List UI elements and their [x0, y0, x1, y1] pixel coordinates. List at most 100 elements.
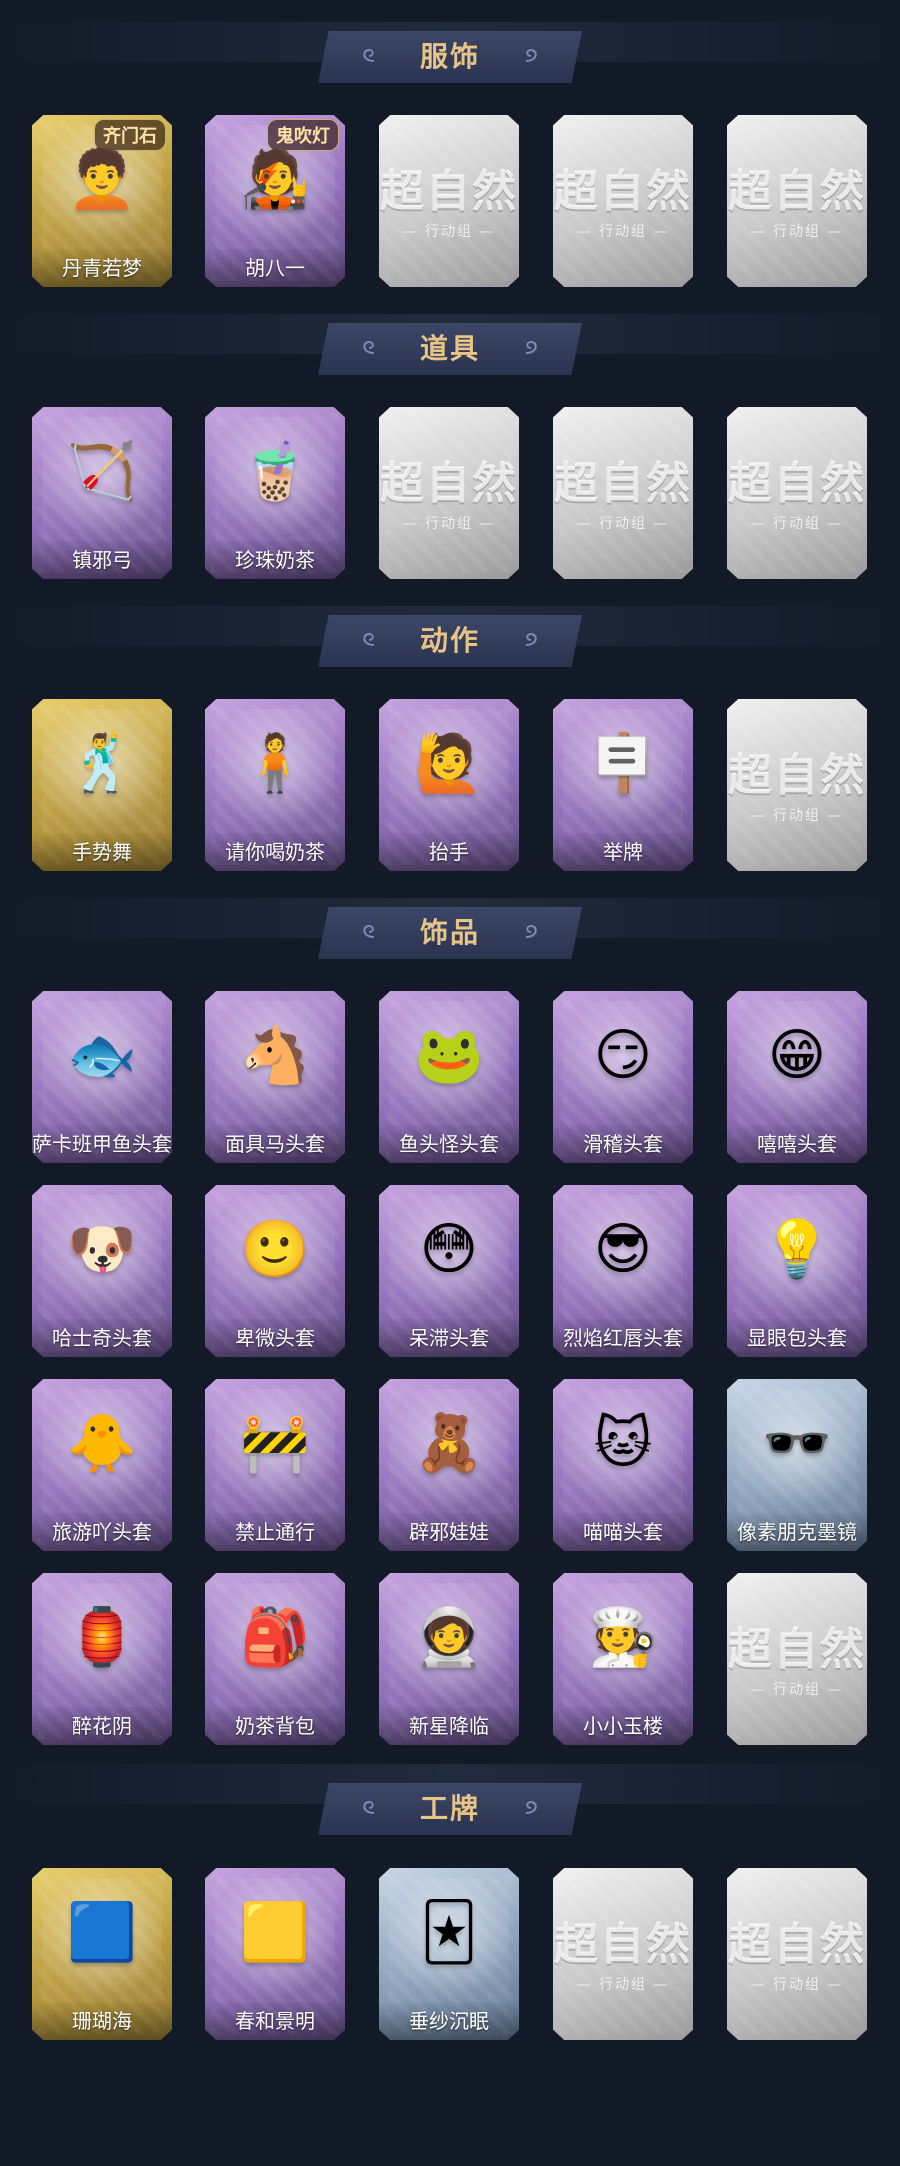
locked-logo: 超自然 — 行动组 — — [379, 155, 519, 241]
locked-subtitle: — 行动组 — — [402, 224, 496, 240]
locked-card: 超自然 — 行动组 — — [727, 115, 867, 287]
reward-card[interactable]: 齐门石 🧑‍🦱 丹青若梦 — [32, 115, 172, 287]
reward-card[interactable]: 🐥 旅游吖头套 — [32, 1379, 172, 1551]
item-art-icon: 🐥 — [67, 1411, 137, 1476]
reward-card[interactable]: 😎 烈焰红唇头套 — [553, 1185, 693, 1357]
reward-card[interactable]: 😁 嘻嘻头套 — [727, 991, 867, 1163]
section-clothing: 服饰 齐门石 🧑‍🦱 丹青若梦 鬼吹灯 🧑‍🎤 胡八一 超自然 — 行动组 — … — [0, 0, 900, 300]
reward-card[interactable]: 🙋 抬手 — [379, 699, 519, 871]
item-art-icon: 🧸 — [414, 1411, 484, 1476]
reward-card[interactable]: 🐱 喵喵头套 — [553, 1379, 693, 1551]
reward-card[interactable]: 🪧 举牌 — [553, 699, 693, 871]
item-label: 卑微头套 — [205, 1319, 345, 1357]
locked-card: 超自然 — 行动组 — — [727, 699, 867, 871]
item-label: 滑稽头套 — [553, 1125, 693, 1163]
item-label: 呆滞头套 — [379, 1319, 519, 1357]
locked-subtitle: — 行动组 — — [576, 1977, 670, 1993]
locked-card: 超自然 — 行动组 — — [379, 115, 519, 287]
item-art-icon: 😳 — [419, 1217, 479, 1282]
locked-logo: 超自然 — 行动组 — — [727, 1908, 867, 1994]
section-badges: 工牌 🟦 珊瑚海 🟨 春和景明 🃏 垂纱沉眠 超自然 — 行动组 — 超自然 —… — [0, 1754, 900, 2166]
item-label: 举牌 — [553, 833, 693, 871]
locked-title: 超自然 — [554, 166, 692, 217]
item-label: 请你喝奶茶 — [205, 833, 345, 871]
reward-card[interactable]: 🧸 辟邪娃娃 — [379, 1379, 519, 1551]
item-label: 鱼头怪头套 — [379, 1125, 519, 1163]
locked-subtitle: — 行动组 — — [750, 224, 844, 240]
item-label: 嘻嘻头套 — [727, 1125, 867, 1163]
item-art-icon: 💡 — [762, 1217, 832, 1282]
item-label: 显眼包头套 — [727, 1319, 867, 1357]
section-header: 动作 — [318, 615, 582, 667]
section-props: 道具 🏹 镇邪弓 🧋 珍珠奶茶 超自然 — 行动组 — 超自然 — 行动组 — … — [0, 300, 900, 592]
reward-card[interactable]: 🚧 禁止通行 — [205, 1379, 345, 1551]
reward-card[interactable]: 鬼吹灯 🧑‍🎤 胡八一 — [205, 115, 345, 287]
reward-card[interactable]: 🐟 萨卡班甲鱼头套 — [32, 991, 172, 1163]
reward-card[interactable]: 🕺 手势舞 — [32, 699, 172, 871]
reward-card[interactable]: 🕶️ 像素朋克墨镜 — [727, 1379, 867, 1551]
locked-card: 超自然 — 行动组 — — [727, 1868, 867, 2040]
reward-card[interactable]: 🧋 珍珠奶茶 — [205, 407, 345, 579]
reward-card[interactable]: 🐴 面具马头套 — [205, 991, 345, 1163]
locked-card: 超自然 — 行动组 — — [553, 1868, 693, 2040]
item-label: 烈焰红唇头套 — [553, 1319, 693, 1357]
item-label: 喵喵头套 — [553, 1513, 693, 1551]
swirl-ornament-icon — [525, 632, 537, 646]
section-accessories: 饰品 🐟 萨卡班甲鱼头套 🐴 面具马头套 🐸 鱼头怪头套 😏 滑稽头套 😁 嘻嘻… — [0, 884, 900, 1754]
reward-card[interactable]: 🐸 鱼头怪头套 — [379, 991, 519, 1163]
reward-card[interactable]: 😏 滑稽头套 — [553, 991, 693, 1163]
locked-title: 超自然 — [380, 458, 518, 509]
locked-logo: 超自然 — 行动组 — — [553, 155, 693, 241]
reward-card[interactable]: 😳 呆滞头套 — [379, 1185, 519, 1357]
locked-subtitle: — 行动组 — — [750, 516, 844, 532]
reward-card[interactable]: 🧑‍🍳 小小玉楼 — [553, 1573, 693, 1745]
reward-card[interactable]: 💡 显眼包头套 — [727, 1185, 867, 1357]
locked-subtitle: — 行动组 — — [576, 224, 670, 240]
section-actions: 动作 🕺 手势舞 🧍 请你喝奶茶 🙋 抬手 🪧 举牌 超自然 — 行动组 — — [0, 592, 900, 884]
locked-card: 超自然 — 行动组 — — [553, 115, 693, 287]
reward-card[interactable]: 🧍 请你喝奶茶 — [205, 699, 345, 871]
reward-card[interactable]: 🧑‍🚀 新星降临 — [379, 1573, 519, 1745]
section-header: 道具 — [318, 323, 582, 375]
item-art-icon: 🧋 — [240, 439, 310, 504]
reward-card[interactable]: 🎒 奶茶背包 — [205, 1573, 345, 1745]
item-label: 珊瑚海 — [32, 2002, 172, 2040]
item-label: 哈士奇头套 — [32, 1319, 172, 1357]
reward-card[interactable]: 🙂 卑微头套 — [205, 1185, 345, 1357]
locked-card: 超自然 — 行动组 — — [553, 407, 693, 579]
reward-card[interactable]: 🏹 镇邪弓 — [32, 407, 172, 579]
locked-card: 超自然 — 行动组 — — [727, 1573, 867, 1745]
locked-title: 超自然 — [380, 166, 518, 217]
item-art-icon: 🧑‍🦱 — [67, 147, 137, 212]
item-label: 小小玉楼 — [553, 1707, 693, 1745]
item-label: 奶茶背包 — [205, 1707, 345, 1745]
section-header: 饰品 — [318, 907, 582, 959]
item-label: 镇邪弓 — [32, 541, 172, 579]
item-label: 萨卡班甲鱼头套 — [32, 1125, 172, 1163]
swirl-ornament-icon — [525, 340, 537, 354]
locked-subtitle: — 行动组 — — [750, 1977, 844, 1993]
locked-title: 超自然 — [554, 458, 692, 509]
item-art-icon: 🧑‍🚀 — [414, 1605, 484, 1670]
item-art-icon: 🐸 — [414, 1023, 484, 1088]
locked-title: 超自然 — [728, 1624, 866, 1675]
item-label: 胡八一 — [205, 249, 345, 287]
item-art-icon: 🙂 — [240, 1217, 310, 1282]
reward-card[interactable]: 🃏 垂纱沉眠 — [379, 1868, 519, 2040]
item-label: 垂纱沉眠 — [379, 2002, 519, 2040]
item-label: 旅游吖头套 — [32, 1513, 172, 1551]
reward-card[interactable]: 🟨 春和景明 — [205, 1868, 345, 2040]
reward-card[interactable]: 🟦 珊瑚海 — [32, 1868, 172, 2040]
locked-title: 超自然 — [728, 166, 866, 217]
item-art-icon: 🐟 — [67, 1023, 137, 1088]
locked-card: 超自然 — 行动组 — — [379, 407, 519, 579]
locked-logo: 超自然 — 行动组 — — [727, 155, 867, 241]
reward-card[interactable]: 🐶 哈士奇头套 — [32, 1185, 172, 1357]
locked-card: 超自然 — 行动组 — — [727, 407, 867, 579]
item-label: 辟邪娃娃 — [379, 1513, 519, 1551]
item-art-icon: 🧍 — [240, 731, 310, 796]
locked-subtitle: — 行动组 — — [750, 1682, 844, 1698]
reward-card[interactable]: 🏮 醉花阴 — [32, 1573, 172, 1745]
item-label: 醉花阴 — [32, 1707, 172, 1745]
locked-subtitle: — 行动组 — — [750, 808, 844, 824]
